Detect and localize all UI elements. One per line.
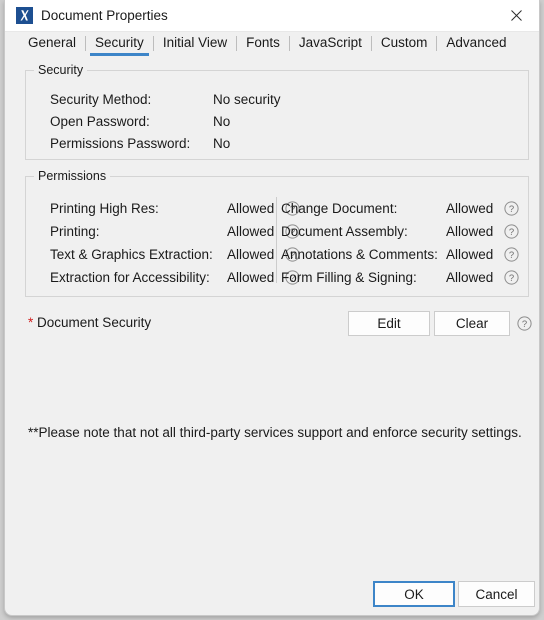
title-bar: Document Properties [5,0,539,32]
permission-row-annotations-comments: Annotations & Comments: Allowed ? [281,243,526,266]
annotations-comments-value: Allowed [446,247,494,262]
security-method-value: No security [213,92,281,107]
tab-security[interactable]: Security [86,32,153,57]
third-party-note: **Please note that not all third-party s… [28,425,522,440]
change-document-label: Change Document: [281,201,398,216]
change-document-value: Allowed [446,201,494,216]
extraction-for-accessibility-label: Extraction for Accessibility: [50,270,210,285]
help-circle-icon[interactable]: ? [504,247,519,262]
svg-text:?: ? [509,250,514,261]
tab-general[interactable]: General [19,32,85,57]
open-password-label: Open Password: [50,114,150,129]
permission-row-extraction-for-accessibility: Extraction for Accessibility: Allowed ? [50,266,305,289]
window-title: Document Properties [41,8,168,23]
cancel-button[interactable]: Cancel [458,581,535,607]
permissions-password-label: Permissions Password: [50,136,191,151]
pdf-xchange-icon [16,7,33,24]
document-properties-dialog: Document Properties General Security Ini… [4,0,540,616]
extraction-for-accessibility-value: Allowed [227,270,275,285]
svg-text:?: ? [509,204,514,215]
help-circle-icon[interactable]: ? [504,224,519,239]
permission-row-document-assembly: Document Assembly: Allowed ? [281,220,526,243]
tab-fonts[interactable]: Fonts [237,32,289,57]
edit-button[interactable]: Edit [348,311,430,336]
document-security-row: * Document Security Edit Clear ? [25,311,532,336]
permission-row-printing-high-res: Printing High Res: Allowed ? [50,197,305,220]
printing-high-res-value: Allowed [227,201,275,216]
document-security-label: * Document Security [28,314,151,332]
text-graphics-extraction-label: Text & Graphics Extraction: [50,247,213,262]
text-graphics-extraction-value: Allowed [227,247,275,262]
security-row-method: Security Method: No security [26,89,528,110]
permission-row-change-document: Change Document: Allowed ? [281,197,526,220]
permissions-password-value: No [213,136,231,151]
tab-initial-view[interactable]: Initial View [154,32,236,57]
svg-text:?: ? [522,319,527,330]
security-group-title: Security [34,63,88,78]
tab-custom[interactable]: Custom [372,32,437,57]
document-assembly-value: Allowed [446,224,494,239]
printing-high-res-label: Printing High Res: [50,201,159,216]
permission-row-printing: Printing: Allowed ? [50,220,305,243]
tab-javascript[interactable]: JavaScript [290,32,371,57]
permission-row-text-graphics-extraction: Text & Graphics Extraction: Allowed ? [50,243,305,266]
tab-bar: General Security Initial View Fonts Java… [5,32,539,60]
ok-button[interactable]: OK [373,581,455,607]
annotations-comments-label: Annotations & Comments: [281,247,438,262]
svg-text:?: ? [509,227,514,238]
security-group: Security Security Method: No security Op… [25,63,529,160]
form-filling-signing-label: Form Filling & Signing: [281,270,417,285]
security-row-open-password: Open Password: No [26,111,528,132]
open-password-value: No [213,114,231,129]
document-assembly-label: Document Assembly: [281,224,408,239]
security-method-label: Security Method: [50,92,152,107]
help-circle-icon[interactable]: ? [504,270,519,285]
clear-button[interactable]: Clear [434,311,510,336]
printing-label: Printing: [50,224,100,239]
close-icon[interactable] [494,0,539,30]
security-row-permissions-password: Permissions Password: No [26,133,528,154]
tab-advanced[interactable]: Advanced [437,32,515,57]
svg-text:?: ? [509,273,514,284]
document-security-text: Document Security [37,315,152,330]
permission-row-form-filling-signing: Form Filling & Signing: Allowed ? [281,266,526,289]
permissions-group: Permissions Printing High Res: Allowed ?… [25,169,529,297]
printing-value: Allowed [227,224,275,239]
help-circle-icon[interactable]: ? [517,316,532,331]
help-circle-icon[interactable]: ? [504,201,519,216]
form-filling-signing-value: Allowed [446,270,494,285]
permissions-group-title: Permissions [34,169,111,184]
required-asterisk: * [28,315,34,330]
